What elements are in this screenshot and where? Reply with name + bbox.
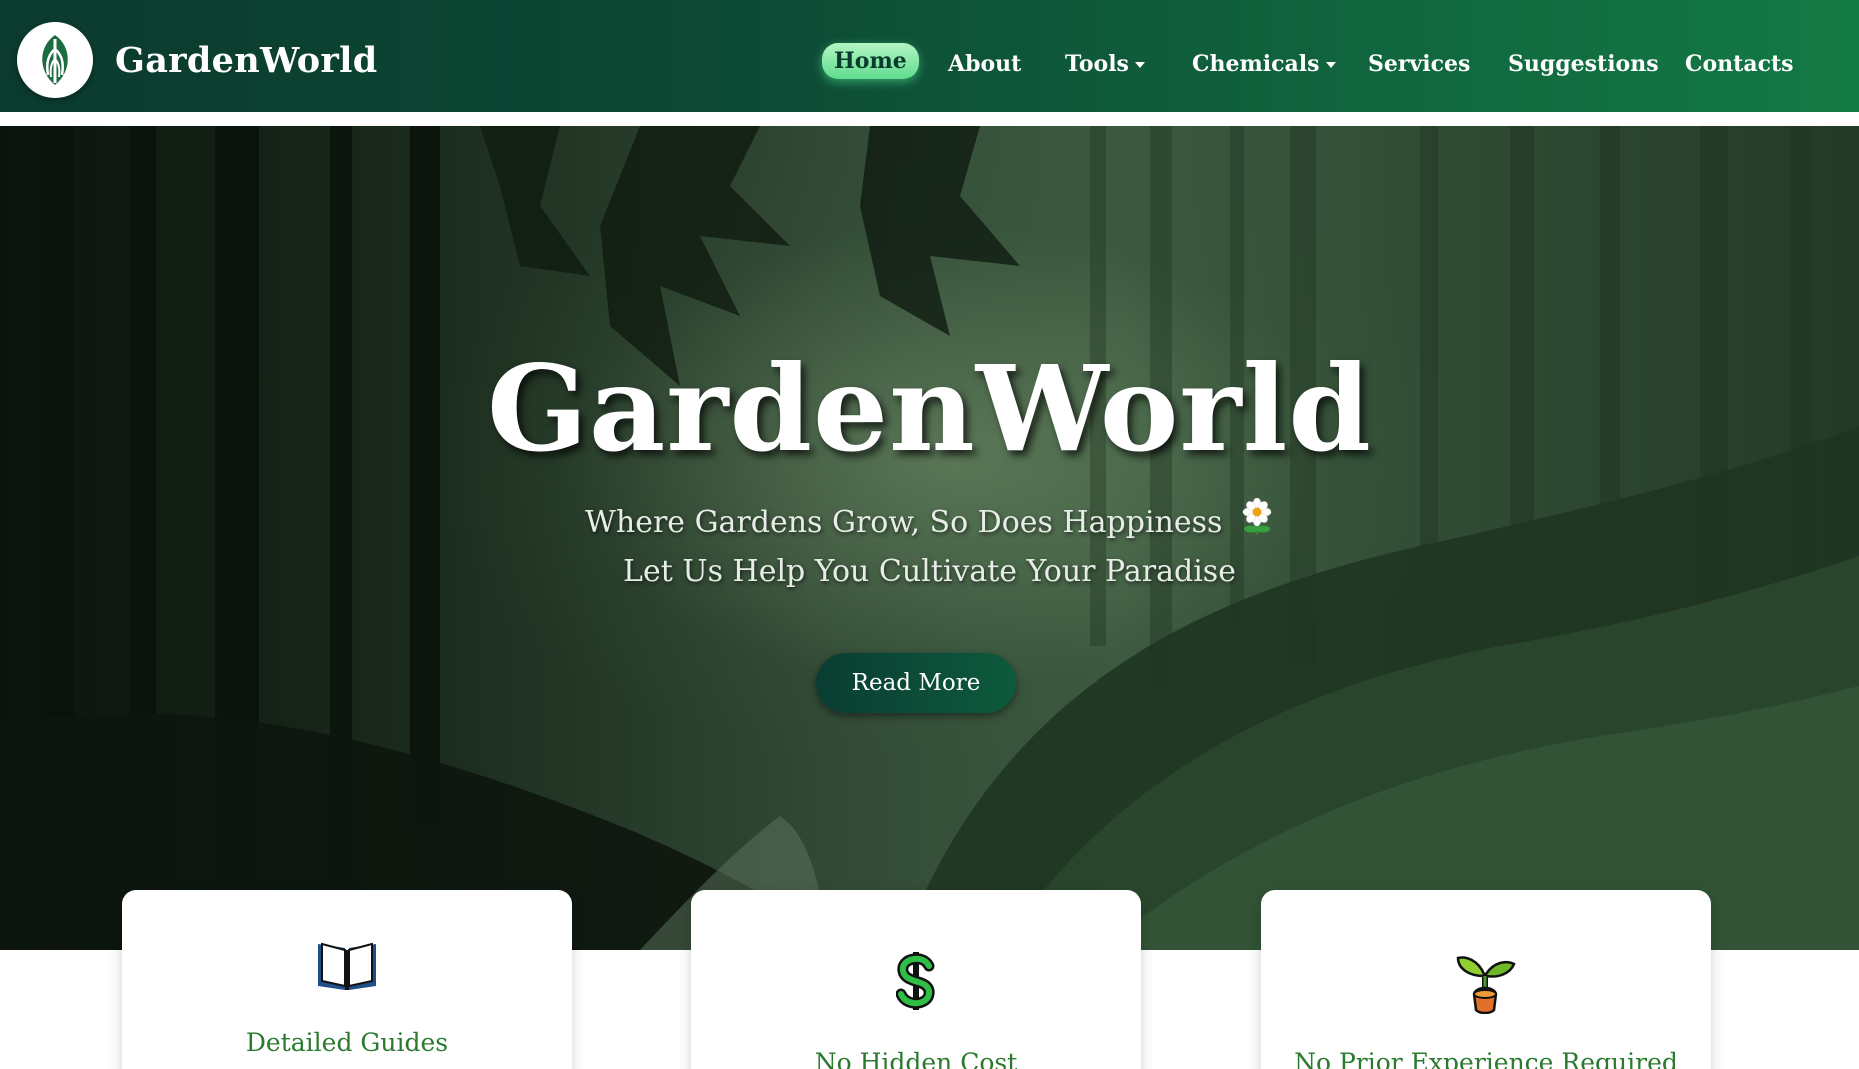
hero-subtitle-line1-text: Where Gardens Grow, So Does Happiness [585,505,1223,540]
feature-label: No Hidden Cost [814,1048,1018,1069]
dollar-sign-icon [691,950,1141,1012]
feature-label: No Prior Experience Required [1294,1048,1678,1069]
brand-name: GardenWorld [115,39,378,81]
nav-tools-label: Tools [1065,51,1129,77]
seedling-icon [1261,952,1711,1014]
caret-down-icon [1134,62,1145,68]
hero-subtitle-line2: Let Us Help You Cultivate Your Paradise [623,554,1236,589]
hero-section: GardenWorld Where Gardens Grow, So Does … [0,126,1859,950]
leaf-logo-icon [17,22,93,98]
navbar: GardenWorld Home About Tools Chemicals S… [0,0,1859,119]
feature-label: Detailed Guides [245,1028,449,1057]
nav-chemicals-dropdown[interactable]: Chemicals [1192,42,1336,86]
caret-down-icon [1325,62,1336,68]
page: GardenWorld Home About Tools Chemicals S… [0,0,1859,1069]
nav-home[interactable]: Home [822,43,919,79]
nav-about[interactable]: About [948,42,1021,86]
brand[interactable]: GardenWorld [17,20,378,100]
open-book-icon [122,940,572,992]
flower-icon [1240,497,1274,544]
hero-title: GardenWorld [487,339,1372,478]
nav-tools-dropdown[interactable]: Tools [1065,42,1145,86]
feature-card-experience[interactable]: No Prior Experience Required [1261,890,1711,1069]
feature-card-guides[interactable]: Detailed Guides [122,890,572,1069]
hero-content: GardenWorld Where Gardens Grow, So Does … [0,126,1859,950]
nav-contacts[interactable]: Contacts [1685,42,1794,86]
feature-card-cost[interactable]: No Hidden Cost [691,890,1141,1069]
read-more-button[interactable]: Read More [816,653,1016,713]
nav-chemicals-label: Chemicals [1192,51,1320,77]
nav-suggestions[interactable]: Suggestions [1508,42,1659,86]
nav-services[interactable]: Services [1368,42,1470,86]
hero-subtitle-line1: Where Gardens Grow, So Does Happiness [0,497,1859,544]
